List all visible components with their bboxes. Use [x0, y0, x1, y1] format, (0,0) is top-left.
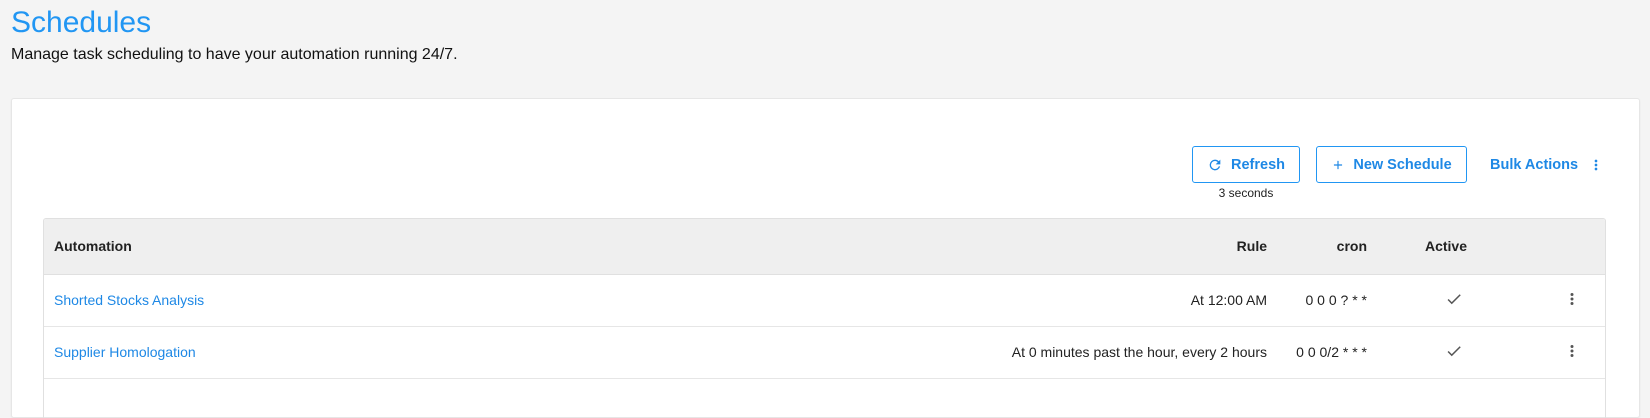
refresh-button-label: Refresh: [1231, 156, 1285, 173]
table-row: Supplier Homologation At 0 minutes past …: [44, 327, 1605, 379]
column-header-rule[interactable]: Rule: [1237, 238, 1267, 254]
bulk-actions-label: Bulk Actions: [1490, 157, 1579, 173]
plus-icon: [1331, 158, 1345, 172]
table-header: Automation Rule cron Active: [44, 219, 1605, 275]
cron-cell: 0 0 0/2 * * *: [1296, 344, 1367, 360]
new-schedule-label: New Schedule: [1353, 156, 1452, 173]
row-menu-kebab-icon[interactable]: [1563, 288, 1581, 310]
column-header-automation[interactable]: Automation: [54, 238, 132, 254]
kebab-menu-icon: [1588, 156, 1604, 174]
automation-link[interactable]: Supplier Homologation: [54, 344, 196, 360]
page-subtitle: Manage task scheduling to have your auto…: [11, 46, 458, 63]
refresh-button[interactable]: Refresh: [1192, 146, 1300, 183]
row-menu-kebab-icon[interactable]: [1563, 340, 1581, 362]
schedules-table: Automation Rule cron Active Shorted Stoc…: [43, 218, 1606, 418]
column-header-cron[interactable]: cron: [1337, 238, 1367, 254]
check-icon: [1445, 342, 1463, 360]
check-icon: [1445, 290, 1463, 308]
table-row: Shorted Stocks Analysis At 12:00 AM 0 0 …: [44, 275, 1605, 327]
refresh-icon: [1207, 157, 1223, 173]
page-title: Schedules: [11, 6, 152, 39]
bulk-actions-menu[interactable]: Bulk Actions: [1490, 154, 1604, 176]
refresh-interval: 3 seconds: [1218, 186, 1274, 200]
rule-cell: At 12:00 AM: [1190, 292, 1267, 308]
automation-link[interactable]: Shorted Stocks Analysis: [54, 292, 204, 308]
new-schedule-button[interactable]: New Schedule: [1316, 146, 1467, 183]
rule-cell: At 0 minutes past the hour, every 2 hour…: [1011, 344, 1267, 360]
column-header-active[interactable]: Active: [1425, 238, 1467, 254]
cron-cell: 0 0 0 ? * *: [1305, 292, 1368, 308]
